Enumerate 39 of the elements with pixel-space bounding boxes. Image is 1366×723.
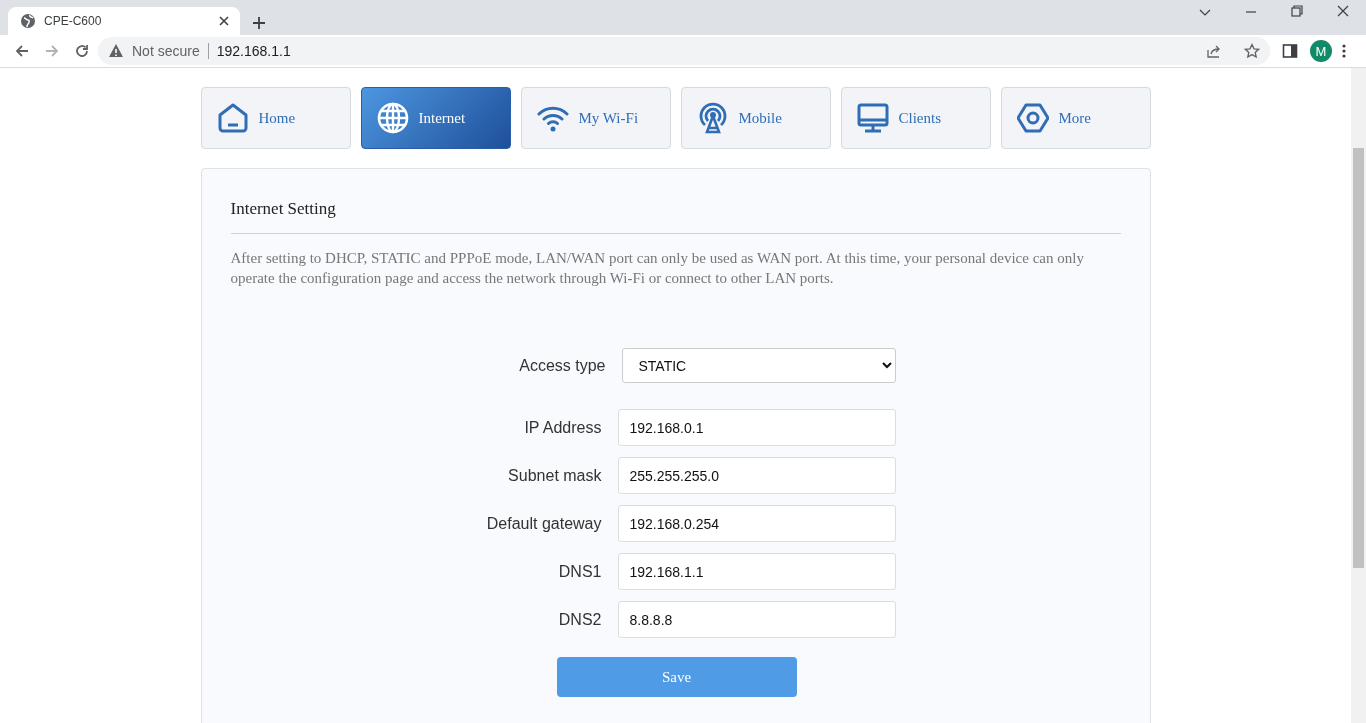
field-label: Subnet mask	[507, 466, 602, 485]
profile-avatar[interactable]: M	[1310, 40, 1332, 62]
notice-text: After setting to DHCP, STATIC and PPPoE mode, LAN/WAN port can only be used as WAN port. At this time, your personal device can only operate the configuration page and access the network through Wi-Fi or connect to other LAN ports.	[230, 249, 1085, 288]
url-text: 192.168.1.1	[216, 43, 292, 59]
new-tab-icon[interactable]	[252, 16, 266, 30]
nav-tab[interactable]: Internet	[360, 87, 511, 149]
access-type-dropdown[interactable]: STATIC	[621, 348, 896, 383]
input-field[interactable]: 255.255.255.0	[617, 457, 896, 494]
save-button[interactable]: Save	[556, 657, 797, 697]
security-label[interactable]: Not secure	[132, 43, 200, 59]
more-vertical-icon[interactable]	[1342, 43, 1346, 59]
field-label: Access type	[518, 356, 606, 375]
tab-title: CPE-C600	[44, 14, 103, 28]
nav-tab[interactable]: Mobile	[680, 87, 831, 149]
back-arrow-icon[interactable]	[14, 43, 30, 59]
monitor-icon	[856, 102, 889, 134]
star-icon[interactable]	[1244, 43, 1260, 59]
address-bar[interactable]: Not secure 192.168.1.1	[98, 37, 1270, 65]
scrollbar[interactable]	[1351, 68, 1366, 723]
warning-icon	[108, 43, 124, 59]
field-label: DNS1	[557, 562, 602, 581]
hexagon-icon	[1016, 102, 1049, 134]
nav-tab[interactable]: More	[1000, 87, 1151, 149]
field-label: IP Address	[523, 418, 602, 437]
section-title: Internet Setting	[230, 199, 1121, 234]
nav-tab[interactable]: My Wi-Fi	[520, 87, 671, 149]
browser-tab[interactable]: CPE-C600	[8, 7, 240, 35]
reload-icon[interactable]	[74, 43, 90, 59]
input-field[interactable]: 192.168.1.1	[617, 553, 896, 590]
nav-tab[interactable]: Home	[200, 87, 351, 149]
home-icon	[216, 102, 249, 134]
input-field[interactable]: 192.168.0.1	[617, 409, 896, 446]
field-label: DNS2	[557, 610, 602, 629]
share-icon[interactable]	[1206, 43, 1222, 59]
side-panel-icon[interactable]	[1282, 43, 1298, 59]
field-label: Default gateway	[485, 514, 602, 533]
nav-tab[interactable]: Clients	[840, 87, 991, 149]
input-field[interactable]: 8.8.8.8	[617, 601, 896, 638]
input-field[interactable]: 192.168.0.254	[617, 505, 896, 542]
